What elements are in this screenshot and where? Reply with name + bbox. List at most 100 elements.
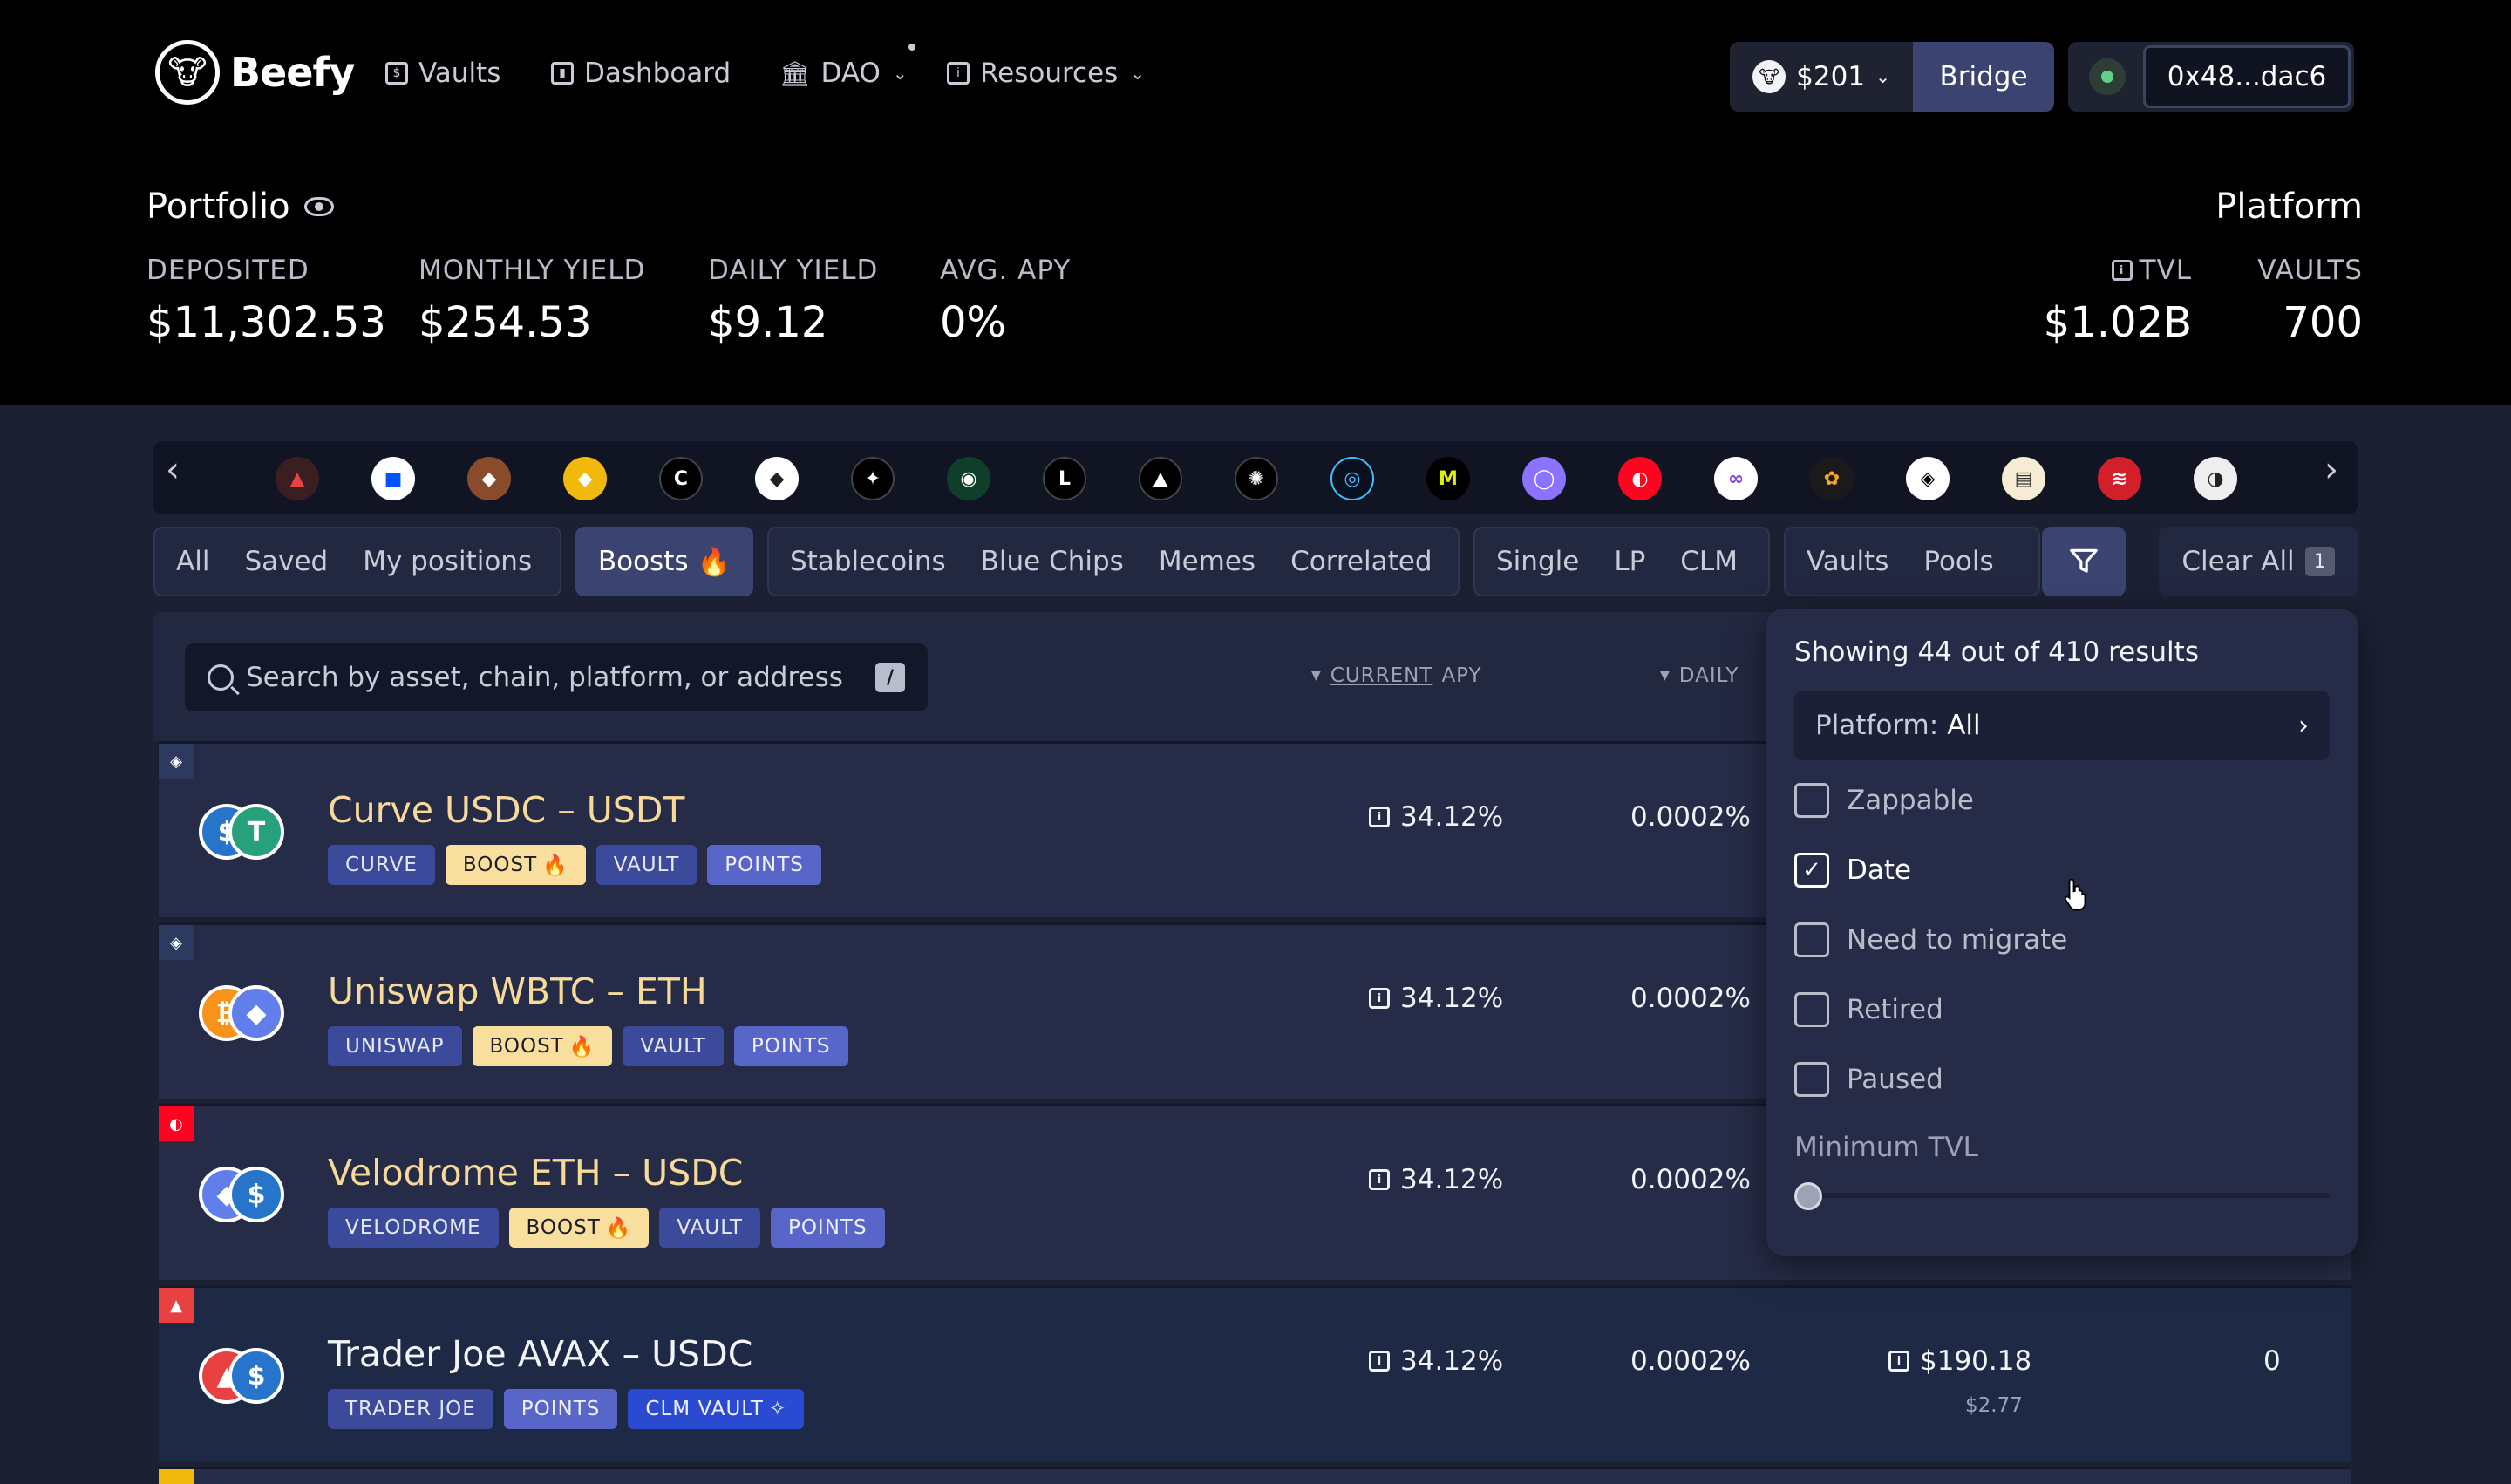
vault-tag: VAULT: [623, 1026, 724, 1066]
platform-select-value: All: [1947, 710, 1981, 741]
filter-saved[interactable]: Saved: [244, 546, 328, 577]
avalanche-chain-icon[interactable]: ▲: [276, 457, 319, 500]
column-current-apy[interactable]: ▼ CURRENT APY: [1311, 664, 1482, 687]
clear-all-button[interactable]: Clear All 1: [2159, 527, 2358, 596]
bridge-button[interactable]: Bridge: [1913, 42, 2054, 112]
nav-vaults[interactable]: $ Vaults: [385, 58, 500, 89]
vault-daily: 0.0002%: [1630, 1164, 1751, 1195]
checkbox-icon[interactable]: [1794, 922, 1829, 957]
checkbox-zappable[interactable]: Zappable: [1794, 783, 1974, 818]
boost-tag-label: BOOST: [489, 1035, 564, 1058]
checkbox-paused[interactable]: Paused: [1794, 1062, 1943, 1097]
vault-apy: i 34.12%: [1369, 983, 1503, 1014]
nav-dashboard[interactable]: ▮ Dashboard: [551, 58, 731, 89]
checkbox-icon[interactable]: [1794, 992, 1829, 1027]
moonbeam-chain-icon[interactable]: ◯: [1522, 457, 1566, 500]
zksync-chain-icon[interactable]: ◑: [2194, 457, 2237, 500]
info-icon[interactable]: i: [1369, 988, 1390, 1009]
chevron-left-icon[interactable]: ‹: [166, 450, 180, 490]
checkbox-retired[interactable]: Retired: [1794, 992, 1943, 1027]
checkmark-icon[interactable]: ✓: [1794, 853, 1829, 888]
fire-icon: 🔥: [605, 1216, 632, 1240]
vault-name: Uniswap WBTC – ETH: [328, 970, 707, 1012]
lisk-chain-icon[interactable]: ▲: [1139, 457, 1182, 500]
vault-tag: VAULT: [595, 845, 698, 885]
platform-select[interactable]: Platform: All ›: [1794, 691, 2330, 760]
rootstock-chain-icon[interactable]: ✿: [1810, 457, 1854, 500]
info-icon[interactable]: i: [1369, 1351, 1390, 1372]
filter-pools[interactable]: Pools: [1923, 546, 1993, 577]
filter-funnel-button[interactable]: [2042, 527, 2126, 596]
min-tvl-slider-thumb[interactable]: [1794, 1182, 1822, 1210]
vault-daily: 0.0002%: [1630, 1345, 1751, 1377]
stat-value: $1.02B: [2043, 298, 2192, 347]
checkbox-icon[interactable]: [1794, 783, 1829, 818]
filter-boosts-button[interactable]: Boosts 🔥: [575, 527, 753, 596]
optimism-chain-icon[interactable]: ◐: [1618, 457, 1662, 500]
bsc-chain-icon[interactable]: ◆: [563, 457, 607, 500]
manta-chain-icon[interactable]: ✺: [1235, 457, 1278, 500]
base-chain-icon[interactable]: ■: [371, 457, 415, 500]
sei-chain-icon[interactable]: ▤: [2002, 457, 2045, 500]
filter-memes[interactable]: Memes: [1159, 546, 1256, 577]
nav-resources[interactable]: i Resources ⌄: [947, 58, 1145, 89]
bar-chart-icon: ▮: [551, 62, 574, 85]
filter-group-user: All Saved My positions: [153, 527, 561, 596]
beefy-logo[interactable]: 🐮 Beefy: [155, 40, 355, 105]
vault-row[interactable]: [159, 1467, 2351, 1484]
scroll-chain-icon[interactable]: ◈: [1906, 457, 1950, 500]
stat-value: $9.12: [708, 298, 828, 347]
stat-daily-yield: DAILY YIELD $9.12: [708, 255, 878, 347]
filter-lp[interactable]: LP: [1614, 546, 1645, 577]
celo-chain-icon[interactable]: C: [659, 457, 703, 500]
linea-chain-icon[interactable]: L: [1043, 457, 1086, 500]
chevron-down-icon: ⌄: [1130, 63, 1146, 84]
checkbox-need-to-migrate[interactable]: Need to migrate: [1794, 922, 2067, 957]
polygon-chain-icon[interactable]: ∞: [1714, 457, 1758, 500]
beefy-price-button[interactable]: 🐮 $201 ⌄: [1730, 42, 1913, 112]
info-icon[interactable]: i: [1888, 1351, 1909, 1372]
fire-icon: 🔥: [542, 854, 568, 877]
search-input[interactable]: Search by asset, chain, platform, or add…: [185, 643, 928, 711]
search-placeholder: Search by asset, chain, platform, or add…: [246, 662, 843, 693]
bera-chain-icon[interactable]: ◆: [467, 457, 511, 500]
sonic-chain-icon[interactable]: ≋: [2098, 457, 2141, 500]
avalanche-chain-icon: ▲: [159, 1288, 194, 1323]
wallet-address-button[interactable]: 0x48...dac6: [2143, 45, 2351, 108]
column-daily[interactable]: ▼ DAILY: [1660, 664, 1739, 687]
ethereum-chain-icon[interactable]: ◆: [755, 457, 799, 500]
cow-logo-icon: 🐮: [155, 40, 220, 105]
eye-icon[interactable]: [303, 197, 334, 216]
stat-avg-apy: AVG. APY 0%: [940, 255, 1071, 347]
wallet-group[interactable]: 0x48...dac6: [2068, 42, 2354, 112]
filter-all[interactable]: All: [176, 546, 209, 577]
checkbox-icon[interactable]: [1794, 1062, 1829, 1097]
info-icon[interactable]: i: [2111, 260, 2133, 281]
vault-row[interactable]: ▲ ▲ $ Trader Joe AVAX – USDC TRADER JOE …: [159, 1285, 2351, 1461]
checkbox-date[interactable]: ✓ Date: [1794, 853, 1911, 888]
nav-dashboard-label: Dashboard: [584, 58, 732, 89]
filter-boosts-label: Boosts: [597, 546, 689, 577]
arbitrum-chain-icon: ◈: [159, 744, 194, 779]
info-icon: i: [947, 62, 970, 85]
filter-blue-chips[interactable]: Blue Chips: [981, 546, 1124, 577]
mode-chain-icon[interactable]: M: [1426, 457, 1470, 500]
gnosis-chain-icon[interactable]: ◉: [947, 457, 990, 500]
info-icon[interactable]: i: [1369, 807, 1390, 827]
filter-stablecoins[interactable]: Stablecoins: [790, 546, 946, 577]
boost-tag-label: BOOST: [526, 1216, 601, 1239]
filter-my-positions[interactable]: My positions: [363, 546, 532, 577]
brand-name: Beefy: [230, 49, 355, 96]
checkbox-label: Need to migrate: [1847, 924, 2068, 956]
metis-chain-icon[interactable]: ◎: [1330, 457, 1374, 500]
min-tvl-slider-track[interactable]: [1798, 1193, 2330, 1198]
chevron-right-icon[interactable]: ›: [2324, 450, 2338, 490]
filter-clm[interactable]: CLM: [1680, 546, 1738, 577]
fraxtal-chain-icon[interactable]: ✦: [851, 457, 895, 500]
stat-value: $11,302.53: [146, 298, 386, 347]
nav-dao[interactable]: 🏛 DAO ⌄: [779, 58, 908, 89]
info-icon[interactable]: i: [1369, 1169, 1390, 1190]
filter-correlated[interactable]: Correlated: [1290, 546, 1432, 577]
filter-single[interactable]: Single: [1496, 546, 1579, 577]
filter-vaults[interactable]: Vaults: [1807, 546, 1888, 577]
